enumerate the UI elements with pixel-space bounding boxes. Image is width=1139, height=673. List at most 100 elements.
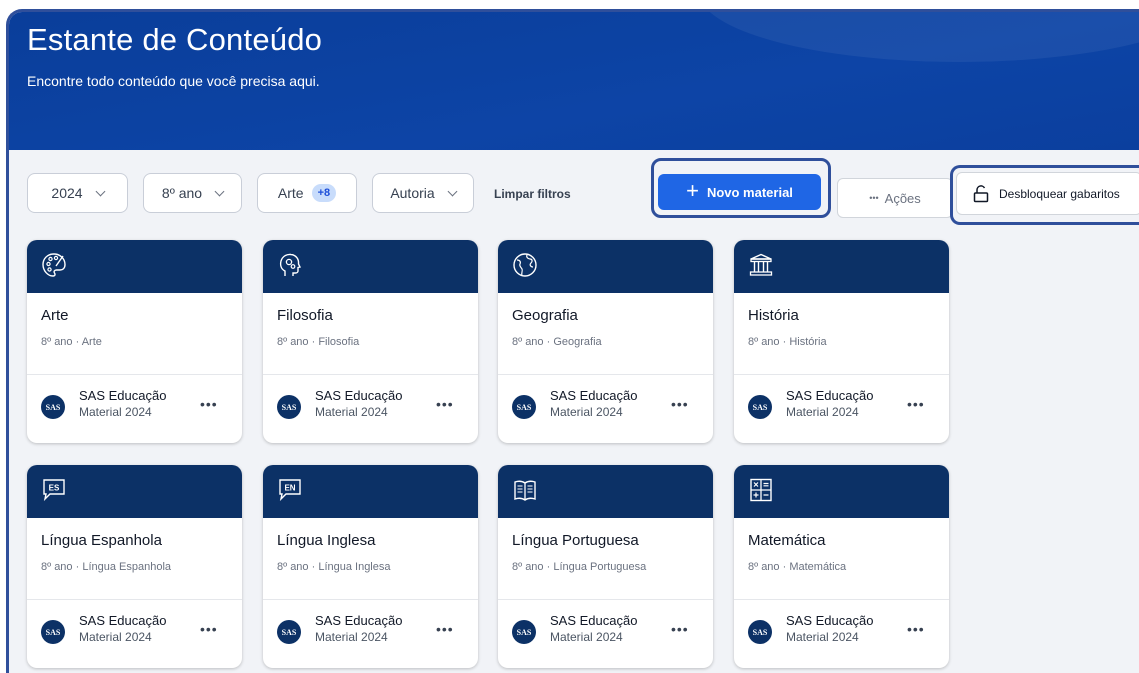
- header-decoration: [699, 12, 1139, 62]
- card-header: [734, 240, 949, 293]
- subject-count-badge: +8: [311, 184, 337, 202]
- card-material: Material 2024: [550, 630, 623, 644]
- new-material-button[interactable]: + Novo material: [658, 174, 821, 210]
- card-header: [27, 240, 242, 293]
- card-more-options-button[interactable]: •••: [436, 621, 454, 637]
- year-filter-dropdown[interactable]: 2024: [27, 173, 128, 213]
- card-title: Geografia: [512, 307, 578, 324]
- math-operators-icon: [748, 477, 774, 503]
- card-material: Material 2024: [315, 630, 388, 644]
- speech-es-icon: ES: [41, 477, 67, 503]
- card-title: Língua Portuguesa: [512, 532, 639, 549]
- sas-logo-avatar: SAS: [41, 620, 65, 644]
- card-publisher: SAS Educação: [786, 388, 874, 403]
- card-publisher: SAS Educação: [550, 613, 638, 628]
- unlock-answers-button[interactable]: Desbloquear gabaritos: [956, 172, 1139, 215]
- card-header: [498, 240, 713, 293]
- card-publisher: SAS Educação: [315, 613, 403, 628]
- card-more-options-button[interactable]: •••: [436, 396, 454, 412]
- card-title: Matemática: [748, 532, 826, 549]
- clear-filters-link[interactable]: Limpar filtros: [494, 187, 571, 201]
- authorship-filter-dropdown[interactable]: Autoria: [372, 173, 474, 213]
- card-title: Filosofia: [277, 307, 333, 324]
- card-more-options-button[interactable]: •••: [200, 396, 218, 412]
- subject-card[interactable]: Arte 8º ano · Arte SAS SAS Educação Material…: [27, 240, 242, 443]
- card-divider: [27, 599, 242, 600]
- card-divider: [734, 599, 949, 600]
- page-header: Estante de Conteúdo Encontre todo conteú…: [9, 12, 1139, 150]
- card-title: Língua Inglesa: [277, 532, 376, 549]
- column-icon: [748, 252, 774, 278]
- more-dots-icon: •••: [869, 193, 879, 203]
- card-publisher: SAS Educação: [79, 613, 167, 628]
- app-frame: Estante de Conteúdo Encontre todo conteú…: [6, 9, 1139, 673]
- chevron-down-icon: [214, 186, 225, 196]
- card-header: [734, 465, 949, 518]
- chevron-down-icon: [95, 186, 106, 196]
- new-material-label: Novo material: [706, 184, 793, 200]
- subject-card[interactable]: ES Língua Espanhola 8º ano · Língua Espanh…: [27, 465, 242, 668]
- sas-logo-avatar: SAS: [748, 395, 772, 419]
- card-material: Material 2024: [550, 405, 623, 419]
- card-header: EN: [263, 465, 478, 518]
- card-more-options-button[interactable]: •••: [671, 621, 689, 637]
- subject-card[interactable]: História 8º ano · História SAS SAS Educação…: [734, 240, 949, 443]
- card-material: Material 2024: [79, 405, 152, 419]
- card-header: [498, 465, 713, 518]
- actions-button[interactable]: ••• Ações: [837, 178, 953, 218]
- card-subtitle: 8º ano · Língua Espanhola: [41, 561, 172, 573]
- year-filter-value: 2024: [51, 185, 83, 201]
- page-subtitle: Encontre todo conteúdo que você precisa …: [27, 73, 320, 89]
- card-more-options-button[interactable]: •••: [200, 621, 218, 637]
- open-book-icon: [512, 477, 538, 503]
- page-title: Estante de Conteúdo: [27, 22, 323, 57]
- card-divider: [263, 599, 478, 600]
- card-title: História: [748, 307, 799, 324]
- unlock-answers-label: Desbloquear gabaritos: [999, 186, 1120, 201]
- grade-filter-value: 8º ano: [161, 185, 203, 201]
- card-material: Material 2024: [786, 405, 859, 419]
- authorship-filter-value: Autoria: [390, 185, 435, 201]
- card-more-options-button[interactable]: •••: [907, 621, 925, 637]
- card-divider: [498, 599, 713, 600]
- sas-logo-avatar: SAS: [277, 620, 301, 644]
- globe-icon: [512, 252, 538, 278]
- card-publisher: SAS Educação: [315, 388, 403, 403]
- card-divider: [263, 374, 478, 375]
- subject-card[interactable]: Matemática 8º ano · Matemática SAS SAS Educ…: [734, 465, 949, 668]
- card-divider: [734, 374, 949, 375]
- grade-filter-dropdown[interactable]: 8º ano: [143, 173, 242, 213]
- subject-card[interactable]: EN Língua Inglesa 8º ano · Língua Inglesa S…: [263, 465, 478, 668]
- card-subtitle: 8º ano · Arte: [41, 336, 102, 348]
- palette-icon: [41, 252, 67, 278]
- card-material: Material 2024: [786, 630, 859, 644]
- subject-card[interactable]: Filosofia 8º ano · Filosofia SAS SAS Educaç…: [263, 240, 478, 443]
- subject-filter-value: Arte: [277, 185, 304, 201]
- card-divider: [27, 374, 242, 375]
- actions-label: Ações: [884, 190, 921, 206]
- subject-filter-dropdown[interactable]: Arte +8: [257, 173, 357, 213]
- card-publisher: SAS Educação: [550, 388, 638, 403]
- card-title: Língua Espanhola: [41, 532, 162, 549]
- sas-logo-avatar: SAS: [512, 395, 536, 419]
- unlock-icon: [973, 184, 989, 202]
- card-material: Material 2024: [79, 630, 152, 644]
- subject-card[interactable]: Língua Portuguesa 8º ano · Língua Portugu…: [498, 465, 713, 668]
- sas-logo-avatar: SAS: [41, 395, 65, 419]
- card-header: [263, 240, 478, 293]
- card-divider: [498, 374, 713, 375]
- card-title: Arte: [41, 307, 69, 324]
- card-more-options-button[interactable]: •••: [671, 396, 689, 412]
- subject-card[interactable]: Geografia 8º ano · Geografia SAS SAS Educaç…: [498, 240, 713, 443]
- plus-icon: +: [686, 178, 699, 203]
- card-subtitle: 8º ano · Filosofia: [277, 336, 360, 348]
- card-subtitle: 8º ano · História: [748, 336, 827, 348]
- speech-icon-text: ES: [49, 484, 60, 493]
- card-more-options-button[interactable]: •••: [907, 396, 925, 412]
- card-material: Material 2024: [315, 405, 388, 419]
- speech-icon-text: EN: [284, 484, 295, 493]
- card-subtitle: 8º ano · Língua Inglesa: [277, 561, 391, 573]
- card-header: ES: [27, 465, 242, 518]
- sas-logo-avatar: SAS: [512, 620, 536, 644]
- sas-logo-avatar: SAS: [277, 395, 301, 419]
